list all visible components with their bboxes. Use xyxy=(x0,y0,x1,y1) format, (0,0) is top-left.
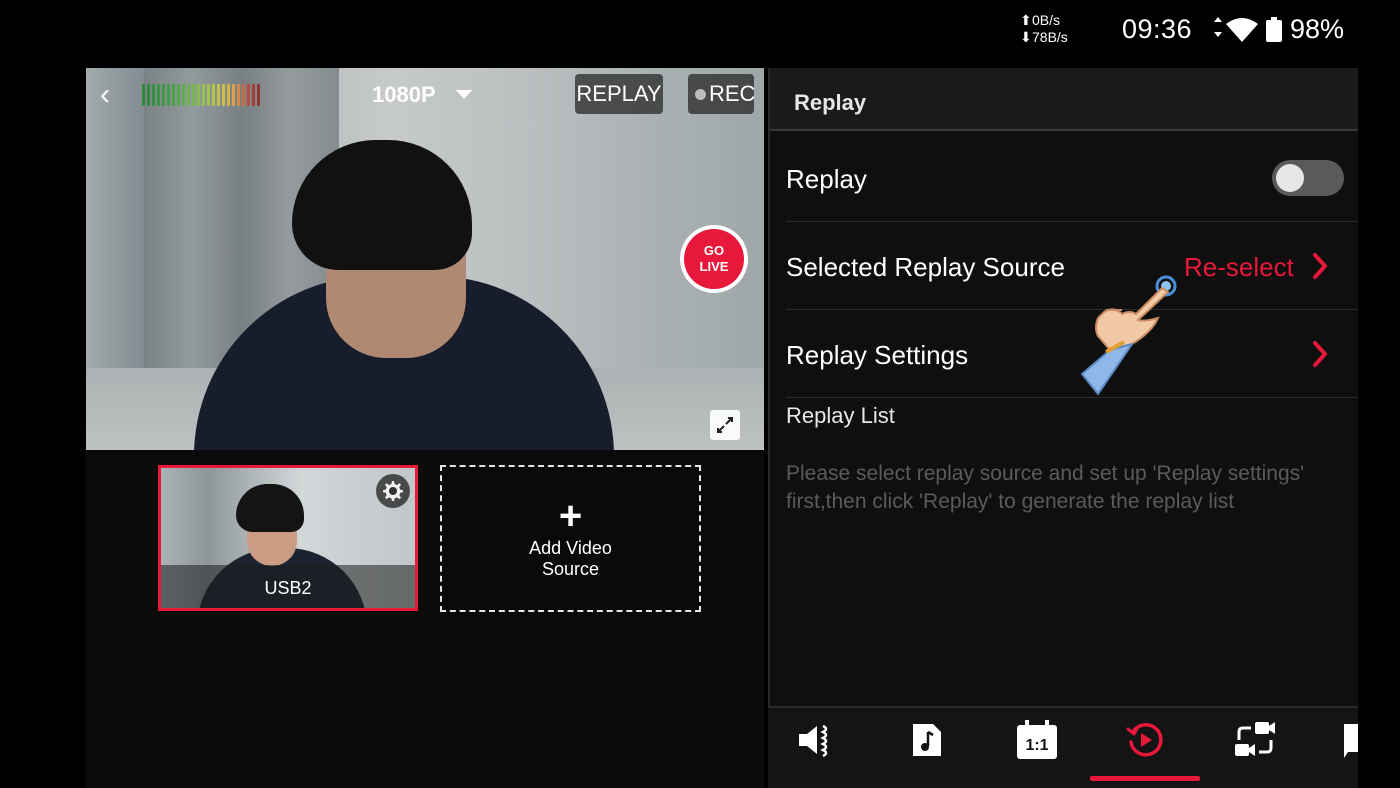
chevron-down-icon[interactable] xyxy=(456,90,472,99)
music-icon[interactable] xyxy=(904,718,950,762)
network-badge: 6 xyxy=(1248,33,1253,43)
replay-panel: Replay Replay Selected Replay Source Re-… xyxy=(768,68,1360,788)
audio-level-meter xyxy=(142,84,260,106)
chevron-right-icon[interactable] xyxy=(1310,252,1330,280)
back-icon[interactable]: ‹ xyxy=(100,80,130,112)
replay-list-title: Replay List xyxy=(786,403,895,428)
switch-camera-icon[interactable] xyxy=(1232,718,1278,762)
replay-toggle[interactable] xyxy=(1272,160,1344,196)
add-source-label: Add Video Source xyxy=(529,537,612,579)
replay-glyph xyxy=(1126,723,1163,757)
replay-toggle-row[interactable]: Replay xyxy=(786,134,1360,222)
aspect-ratio-icon[interactable]: 1:1 xyxy=(1014,718,1060,762)
gear-glyph xyxy=(383,481,403,501)
pointing-hand-icon xyxy=(1080,275,1177,396)
toggle-knob xyxy=(1276,164,1304,192)
selected-replay-source-row[interactable]: Selected Replay Source Re-select xyxy=(786,222,1360,310)
replay-settings-row[interactable]: Replay Settings xyxy=(786,310,1360,398)
audio-mixer-glyph xyxy=(799,724,828,758)
replay-settings-label: Replay Settings xyxy=(786,340,969,370)
replay-icon[interactable] xyxy=(1122,718,1168,762)
status-bar: ⬆0B/s ⬇78B/s 09:36 6 98% xyxy=(0,0,1400,60)
go-live-button[interactable]: GO LIVE xyxy=(680,225,748,293)
record-dot-icon xyxy=(695,89,706,100)
rec-label: REC xyxy=(709,81,756,106)
upload-speed: 0B/s xyxy=(1032,12,1061,28)
go-live-label-line2: LIVE xyxy=(699,259,729,274)
replay-list-hint: Please select replay source and set up '… xyxy=(786,462,1305,513)
aspect-ratio-label: 1:1 xyxy=(1025,737,1048,754)
network-speed: ⬆0B/s ⬇78B/s xyxy=(1020,12,1068,46)
battery-icon xyxy=(1266,17,1282,42)
audio-mixer-icon[interactable] xyxy=(794,718,840,762)
go-live-label-line1: GO xyxy=(703,243,725,258)
resolution-selector[interactable]: 1080P xyxy=(372,82,436,108)
bottom-tab-bar: 1:1 xyxy=(768,706,1358,788)
plus-icon: + xyxy=(558,493,583,538)
download-speed: 78B/s xyxy=(1032,29,1068,45)
thumb-person-hair xyxy=(236,484,304,532)
upload-arrow-icon: ⬆ xyxy=(1020,12,1032,28)
panel-title: Replay xyxy=(794,90,867,115)
aspect-ratio-glyph: 1:1 xyxy=(1017,720,1057,759)
selected-replay-source-label: Selected Replay Source xyxy=(786,252,1065,282)
clock: 09:36 xyxy=(1122,14,1193,44)
wifi-icon: 6 xyxy=(1214,17,1258,43)
replay-toggle-label: Replay xyxy=(786,164,867,194)
source-thumbnail-usb2[interactable]: USB2 xyxy=(158,465,418,611)
chevron-right-icon[interactable] xyxy=(1310,340,1330,368)
preview-shade xyxy=(86,68,764,450)
add-video-source-button[interactable]: + Add Video Source xyxy=(440,465,701,612)
panel-header: Replay xyxy=(770,68,1360,131)
rec-button[interactable]: REC xyxy=(688,74,756,114)
replay-button[interactable]: REPLAY xyxy=(575,74,663,114)
battery-percent: 98% xyxy=(1290,14,1345,44)
fullscreen-icon[interactable] xyxy=(710,410,740,440)
more-icon[interactable] xyxy=(1338,718,1358,762)
active-tab-indicator xyxy=(1090,776,1200,781)
camera-preview[interactable]: ‹ 1080P REPLAY REC GO LIVE xyxy=(86,68,764,450)
switch-camera-glyph xyxy=(1235,722,1275,756)
reselect-link[interactable]: Re-select xyxy=(1184,252,1294,283)
gear-icon[interactable] xyxy=(376,474,410,508)
source-label: USB2 xyxy=(161,565,415,608)
download-arrow-icon: ⬇ xyxy=(1020,29,1032,45)
more-glyph xyxy=(1344,724,1358,758)
music-glyph xyxy=(913,724,941,756)
screen-edge xyxy=(1358,68,1400,788)
